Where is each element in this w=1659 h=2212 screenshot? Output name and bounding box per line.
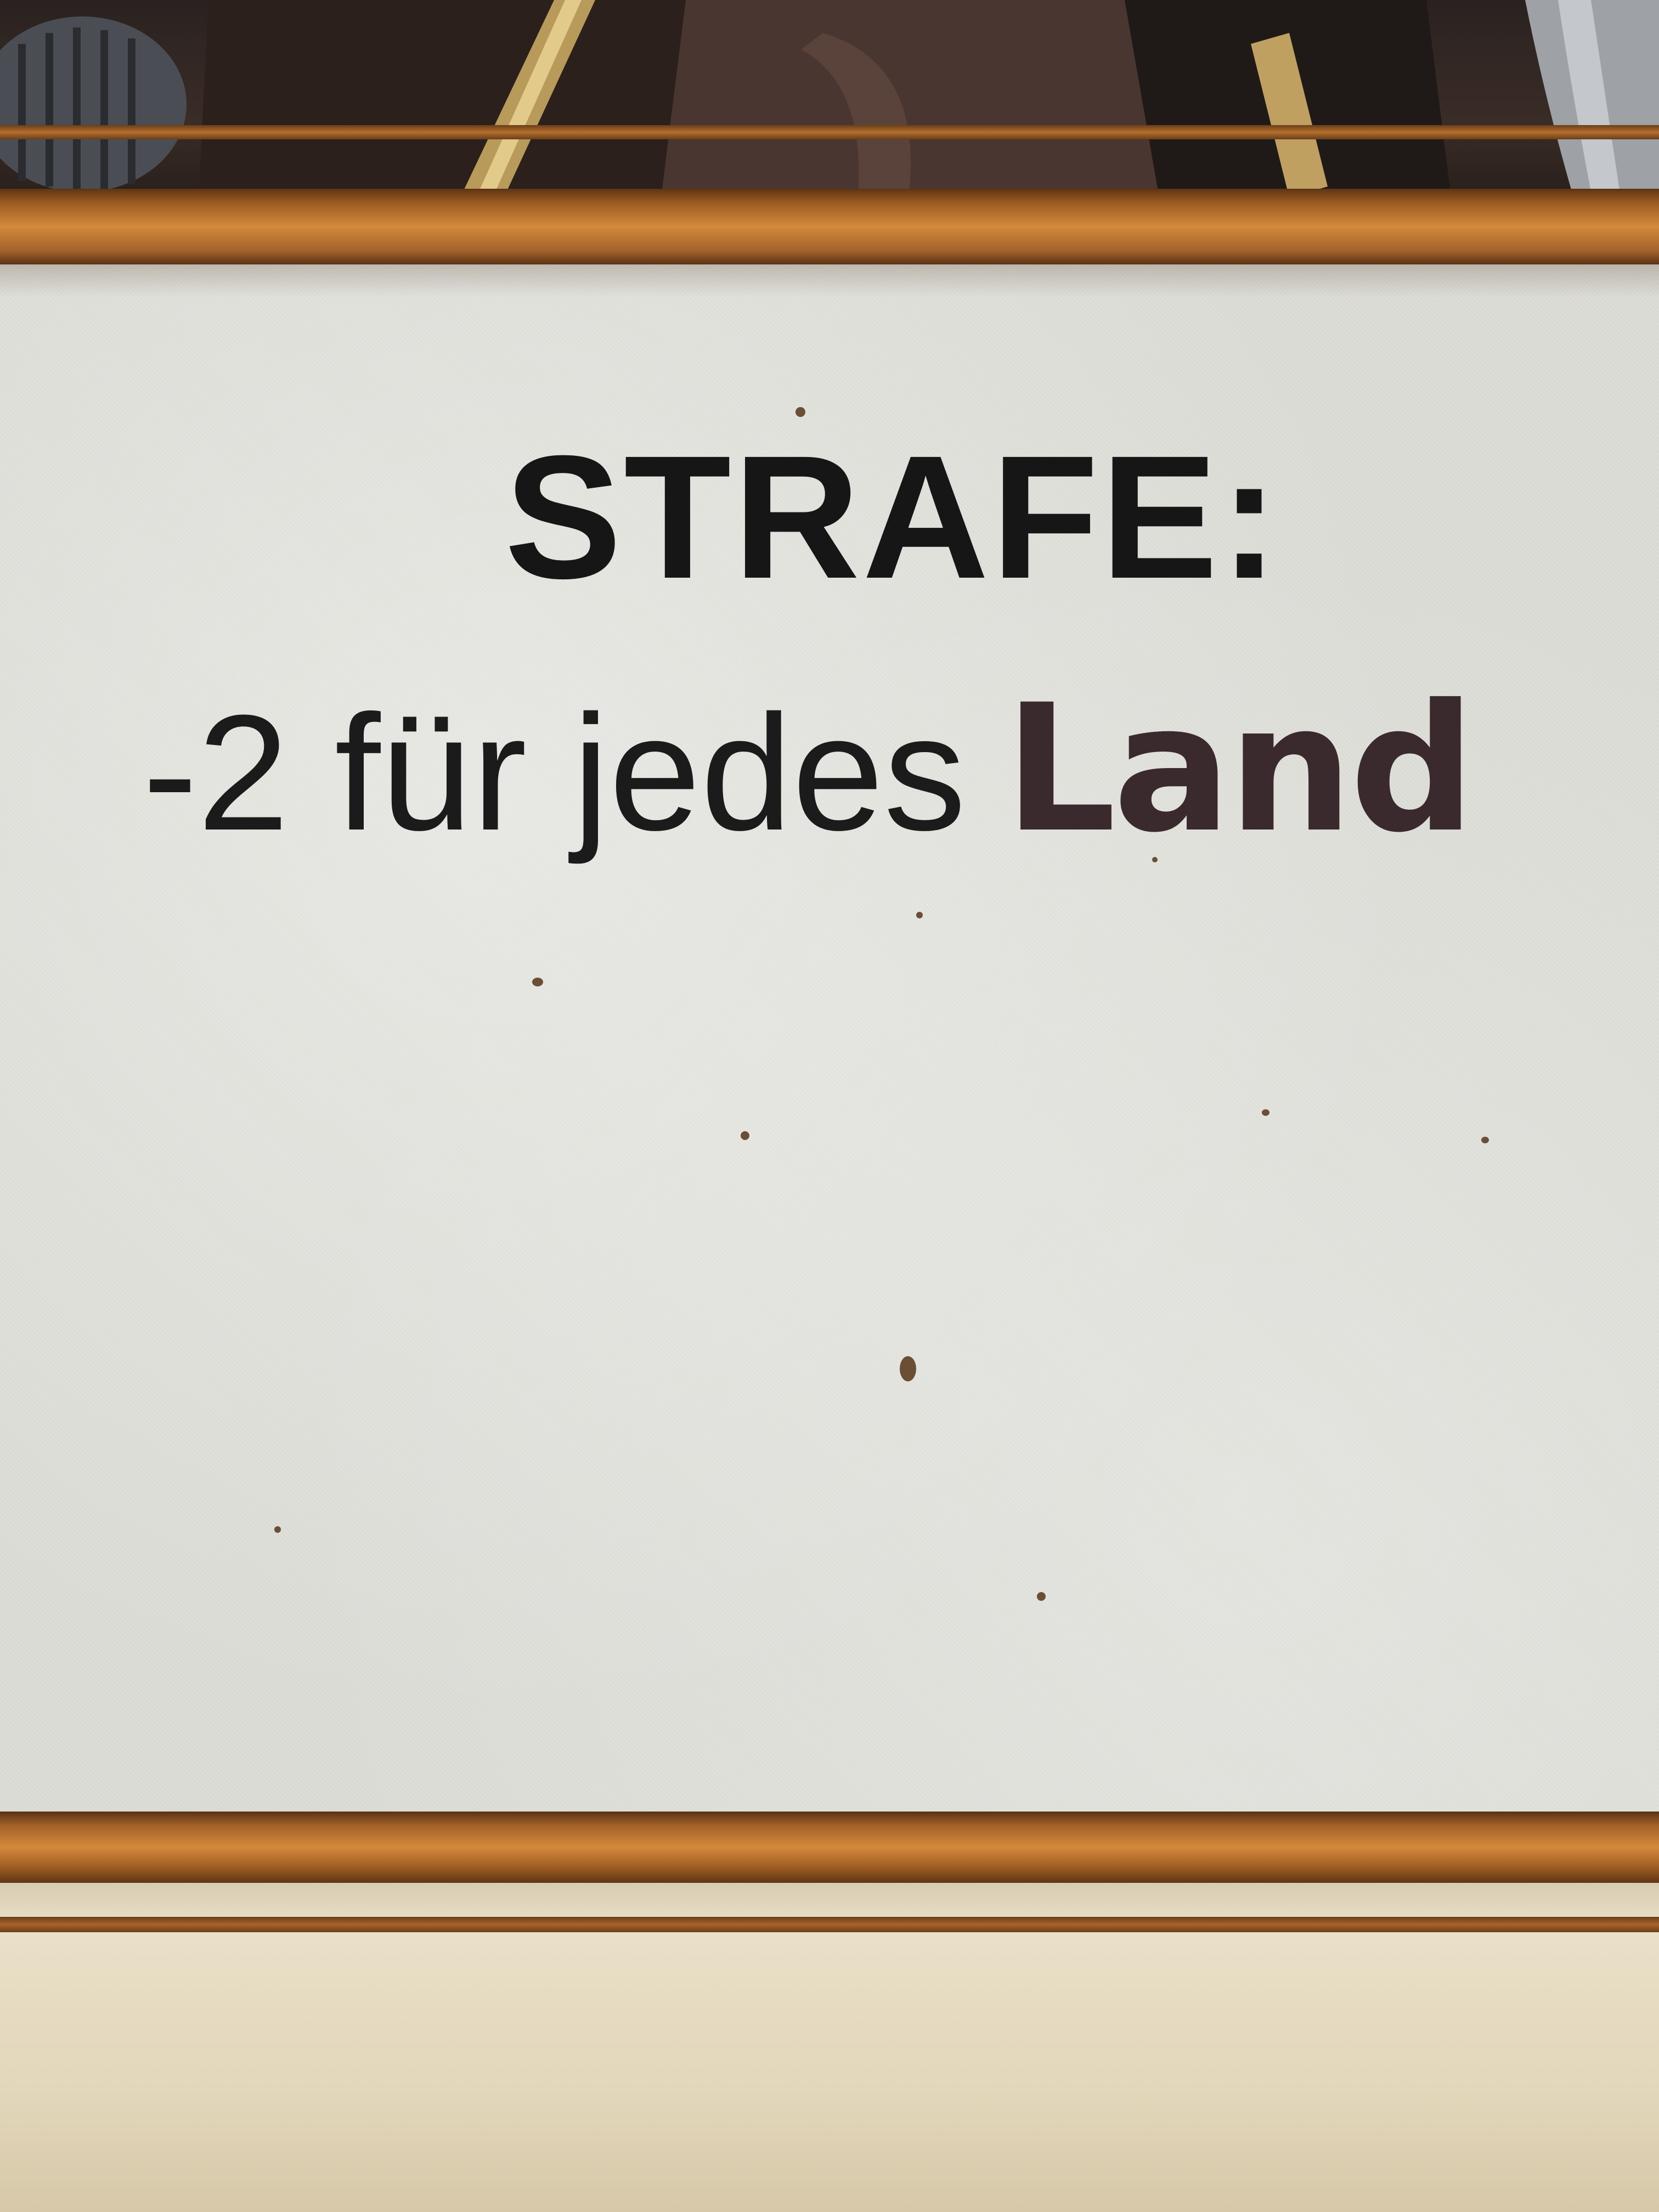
frame-band-thin-top <box>0 125 1659 139</box>
dirt-speck <box>900 1356 916 1381</box>
dirt-speck <box>1262 1109 1269 1116</box>
panel-shadow <box>0 264 1659 297</box>
dirt-speck <box>1152 857 1158 862</box>
dirt-speck <box>795 407 805 417</box>
penalty-rule-keyword: Land <box>1004 667 1476 871</box>
penalty-heading: STRAFE: <box>0 429 1659 605</box>
dirt-speck <box>1037 1592 1046 1601</box>
artwork-illustration <box>0 0 1659 219</box>
card-bottom-border <box>0 1932 1659 2212</box>
dirt-speck <box>1481 1137 1489 1143</box>
penalty-rule: -2 für jedes Land <box>143 681 1475 857</box>
penalty-rule-prefix: -2 für jedes <box>143 680 966 865</box>
dirt-speck <box>274 1526 281 1533</box>
frame-band-thick-top <box>0 189 1659 264</box>
dirt-speck <box>741 1131 749 1140</box>
dirt-speck <box>532 978 543 986</box>
card-text-panel: STRAFE: -2 für jedes Land <box>0 264 1659 1816</box>
frame-band-thin-bottom <box>0 1917 1659 1932</box>
card-artwork <box>0 0 1659 219</box>
dirt-speck <box>916 912 923 918</box>
penalty-heading-text: STRAFE: <box>504 419 1281 615</box>
frame-band-thick-bottom <box>0 1812 1659 1883</box>
frame-band-cream <box>0 1883 1659 1917</box>
